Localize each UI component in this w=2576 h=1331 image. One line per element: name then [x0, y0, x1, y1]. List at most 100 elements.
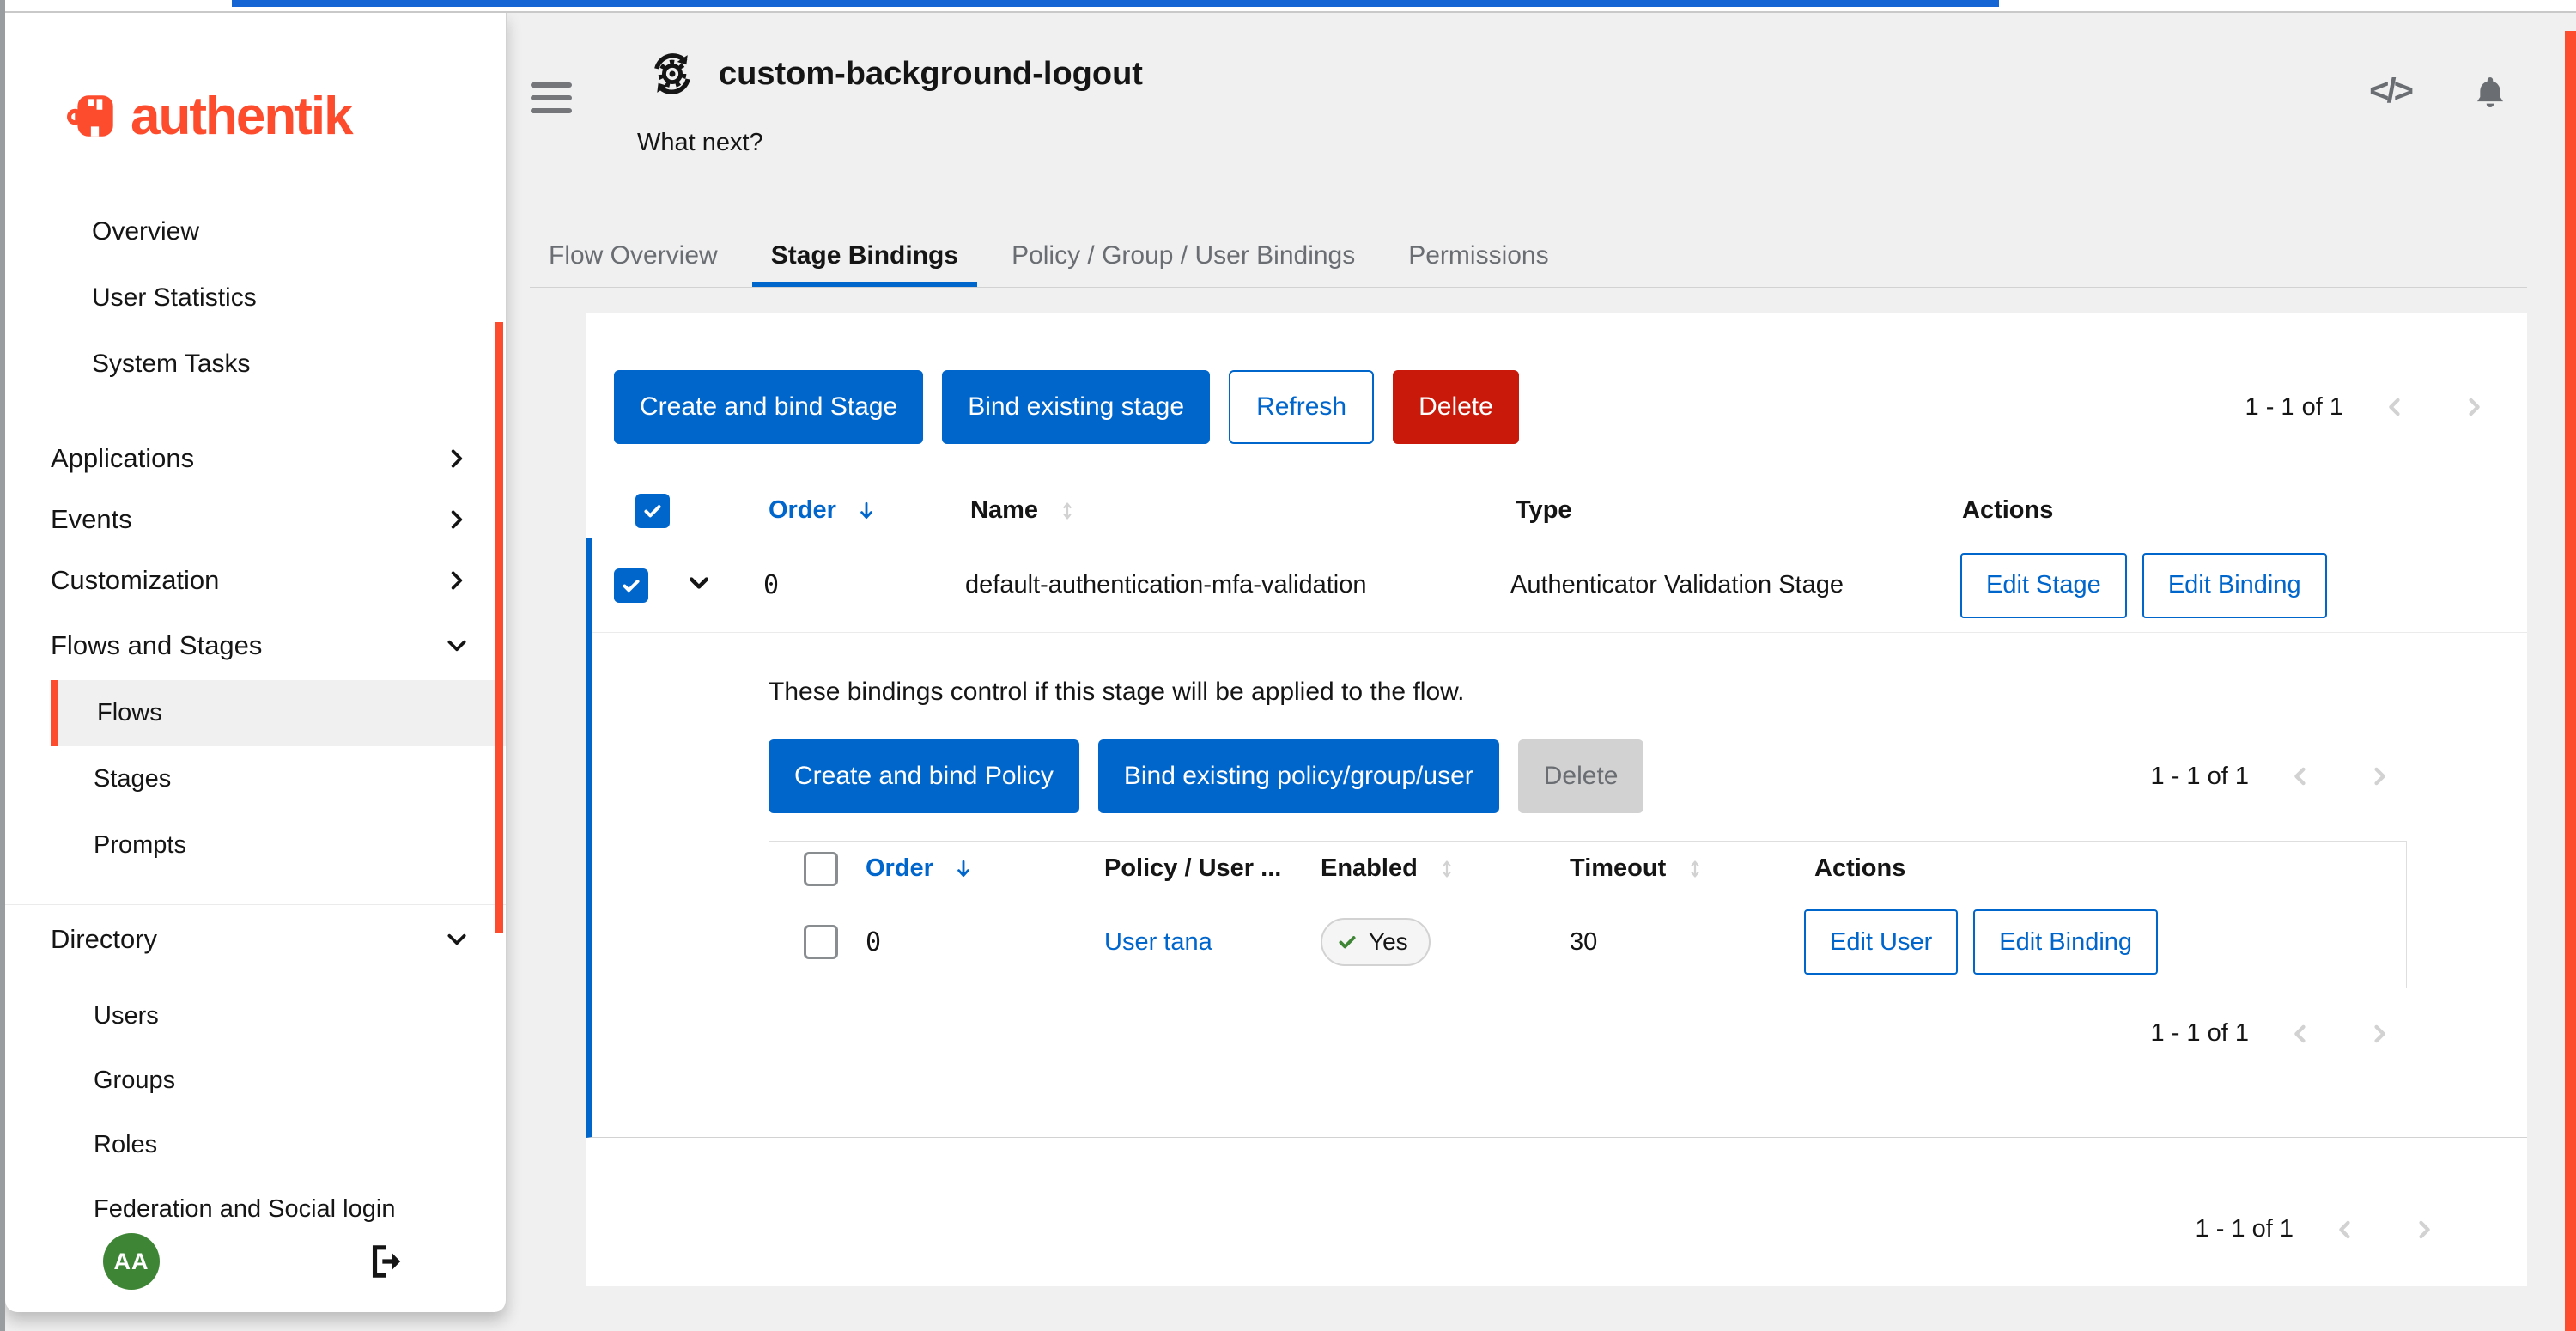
column-header-order[interactable]: Order: [769, 496, 970, 525]
tab-permissions[interactable]: Permissions: [1389, 230, 1567, 287]
sort-descending-icon: [952, 858, 975, 880]
sidebar-section-label: Applications: [51, 443, 194, 474]
select-all-checkbox[interactable]: [804, 852, 838, 886]
edit-binding-button[interactable]: Edit Binding: [1973, 909, 2158, 975]
previous-page-icon[interactable]: [2273, 1022, 2328, 1046]
column-header-timeout[interactable]: Timeout: [1551, 854, 1795, 883]
sidebar-item-groups[interactable]: Groups: [51, 1048, 506, 1113]
check-icon: [1336, 931, 1358, 953]
avatar[interactable]: AA: [103, 1233, 160, 1290]
pagination-label: 1 - 1 of 1: [2196, 1215, 2293, 1243]
sidebar-scrollbar[interactable]: [495, 322, 503, 933]
policy-user-link[interactable]: User tana: [1104, 928, 1212, 956]
next-page-icon[interactable]: [2352, 764, 2407, 788]
previous-page-icon[interactable]: [2318, 1218, 2372, 1242]
sidebar-section-directory[interactable]: Directory: [5, 905, 506, 974]
row-checkbox[interactable]: [614, 568, 648, 603]
next-page-icon[interactable]: [2352, 1022, 2407, 1046]
page-subtitle: What next?: [637, 129, 763, 157]
stage-type-value: Authenticator Validation Stage: [1510, 571, 1957, 599]
previous-page-icon[interactable]: [2273, 764, 2328, 788]
sidebar-section-label: Events: [51, 504, 132, 535]
next-page-icon[interactable]: [2446, 395, 2501, 419]
stage-bindings-card: Create and bind Stage Bind existing stag…: [586, 313, 2527, 1286]
column-header-policy-user: Policy / User ...: [1104, 854, 1302, 883]
flow-tabs: Flow Overview Stage Bindings Policy / Gr…: [530, 230, 2527, 288]
delete-button[interactable]: Delete: [1393, 370, 1519, 444]
selected-stage-block: 0 default-authentication-mfa-validation …: [586, 538, 2527, 1138]
policy-table-header: Order Policy / User ... Enabled Timeout: [769, 842, 2406, 896]
policy-table-row[interactable]: 0 User tana Yes 30 Edit User Edit Bindin…: [769, 896, 2406, 988]
bind-existing-stage-button[interactable]: Bind existing stage: [942, 370, 1210, 444]
sortable-icon: [1685, 859, 1705, 879]
chevron-right-icon: [446, 508, 468, 531]
stage-expanded-section: These bindings control if this stage wil…: [592, 633, 2527, 1137]
bind-existing-policy-button[interactable]: Bind existing policy/group/user: [1098, 739, 1499, 813]
policy-toolbar: Create and bind Policy Bind existing pol…: [769, 739, 2407, 813]
row-checkbox[interactable]: [804, 925, 838, 959]
window-left-edge: [0, 0, 5, 1331]
policy-pagination-top: 1 - 1 of 1: [2151, 763, 2407, 791]
edit-stage-button[interactable]: Edit Stage: [1960, 553, 2127, 618]
notifications-bell-icon[interactable]: [2473, 74, 2507, 110]
sidebar-section-label: Directory: [51, 924, 157, 955]
pagination-label: 1 - 1 of 1: [2245, 393, 2343, 422]
previous-page-icon[interactable]: [2367, 395, 2422, 419]
policy-pagination-bottom: 1 - 1 of 1: [2151, 1019, 2407, 1048]
create-and-bind-policy-button[interactable]: Create and bind Policy: [769, 739, 1079, 813]
sort-descending-icon: [855, 500, 878, 522]
edit-binding-button[interactable]: Edit Binding: [2142, 553, 2327, 618]
authentik-wordmark: authentik: [131, 86, 352, 147]
column-header-actions: Actions: [1795, 854, 2406, 883]
sidebar-item-system-tasks[interactable]: System Tasks: [5, 331, 506, 397]
authentik-logo[interactable]: authentik: [67, 75, 506, 157]
policy-order-value: 0: [847, 927, 1104, 957]
menu-toggle-icon[interactable]: [531, 82, 572, 113]
sidebar-item-users[interactable]: Users: [51, 984, 506, 1048]
pagination-label: 1 - 1 of 1: [2151, 1019, 2249, 1048]
api-code-icon[interactable]: </>: [2369, 72, 2411, 111]
policy-table-card: Order Policy / User ... Enabled Timeout: [769, 841, 2407, 988]
sidebar-section-applications[interactable]: Applications: [5, 428, 506, 489]
bindings-description: These bindings control if this stage wil…: [769, 678, 2407, 707]
sidebar-item-flows[interactable]: Flows: [51, 680, 506, 746]
sidebar-nav: Overview User Statistics System Tasks Ap…: [5, 198, 506, 1247]
tab-policy-group-user-bindings[interactable]: Policy / Group / User Bindings: [993, 230, 1374, 287]
tab-flow-overview[interactable]: Flow Overview: [530, 230, 737, 287]
timeout-value: 30: [1551, 928, 1795, 957]
sidebar-item-stages[interactable]: Stages: [51, 746, 506, 812]
page-title: custom-background-logout: [719, 56, 1143, 93]
create-and-bind-stage-button[interactable]: Create and bind Stage: [614, 370, 923, 444]
sidebar-item-user-statistics[interactable]: User Statistics: [5, 264, 506, 331]
flow-icon: [648, 50, 696, 98]
refresh-button[interactable]: Refresh: [1229, 370, 1374, 444]
next-page-icon[interactable]: [2397, 1218, 2451, 1242]
sidebar-section-events[interactable]: Events: [5, 489, 506, 550]
stage-name-value: default-authentication-mfa-validation: [965, 571, 1510, 599]
authentik-logo-icon: [67, 91, 122, 141]
sidebar-section-flows-and-stages[interactable]: Flows and Stages: [5, 611, 506, 680]
select-all-checkbox[interactable]: [635, 494, 670, 528]
sidebar-section-customization[interactable]: Customization: [5, 550, 506, 611]
column-header-order[interactable]: Order: [847, 854, 1104, 883]
chevron-down-icon: [446, 928, 468, 951]
delete-policy-button[interactable]: Delete: [1518, 739, 1644, 813]
pagination-label: 1 - 1 of 1: [2151, 763, 2249, 791]
stage-order-value: 0: [763, 570, 965, 600]
sidebar-item-overview[interactable]: Overview: [5, 198, 506, 264]
stage-table-header: Order Name Type Actions: [614, 483, 2500, 538]
tab-stage-bindings[interactable]: Stage Bindings: [752, 230, 977, 287]
edit-user-button[interactable]: Edit User: [1804, 909, 1958, 975]
sidebar-item-federation-social-login[interactable]: Federation and Social login: [51, 1177, 506, 1242]
column-header-name[interactable]: Name: [970, 496, 1516, 525]
column-header-enabled[interactable]: Enabled: [1302, 854, 1551, 883]
enabled-badge: Yes: [1321, 918, 1431, 966]
sidebar-item-prompts[interactable]: Prompts: [51, 812, 506, 878]
sign-out-icon[interactable]: [367, 1243, 404, 1280]
stage-table-row[interactable]: 0 default-authentication-mfa-validation …: [592, 538, 2527, 633]
sortable-icon: [1057, 501, 1078, 521]
sidebar-item-roles[interactable]: Roles: [51, 1113, 506, 1177]
page-scrollbar[interactable]: [2565, 31, 2576, 1331]
chevron-right-icon: [446, 569, 468, 592]
row-expander-icon[interactable]: [686, 570, 712, 596]
